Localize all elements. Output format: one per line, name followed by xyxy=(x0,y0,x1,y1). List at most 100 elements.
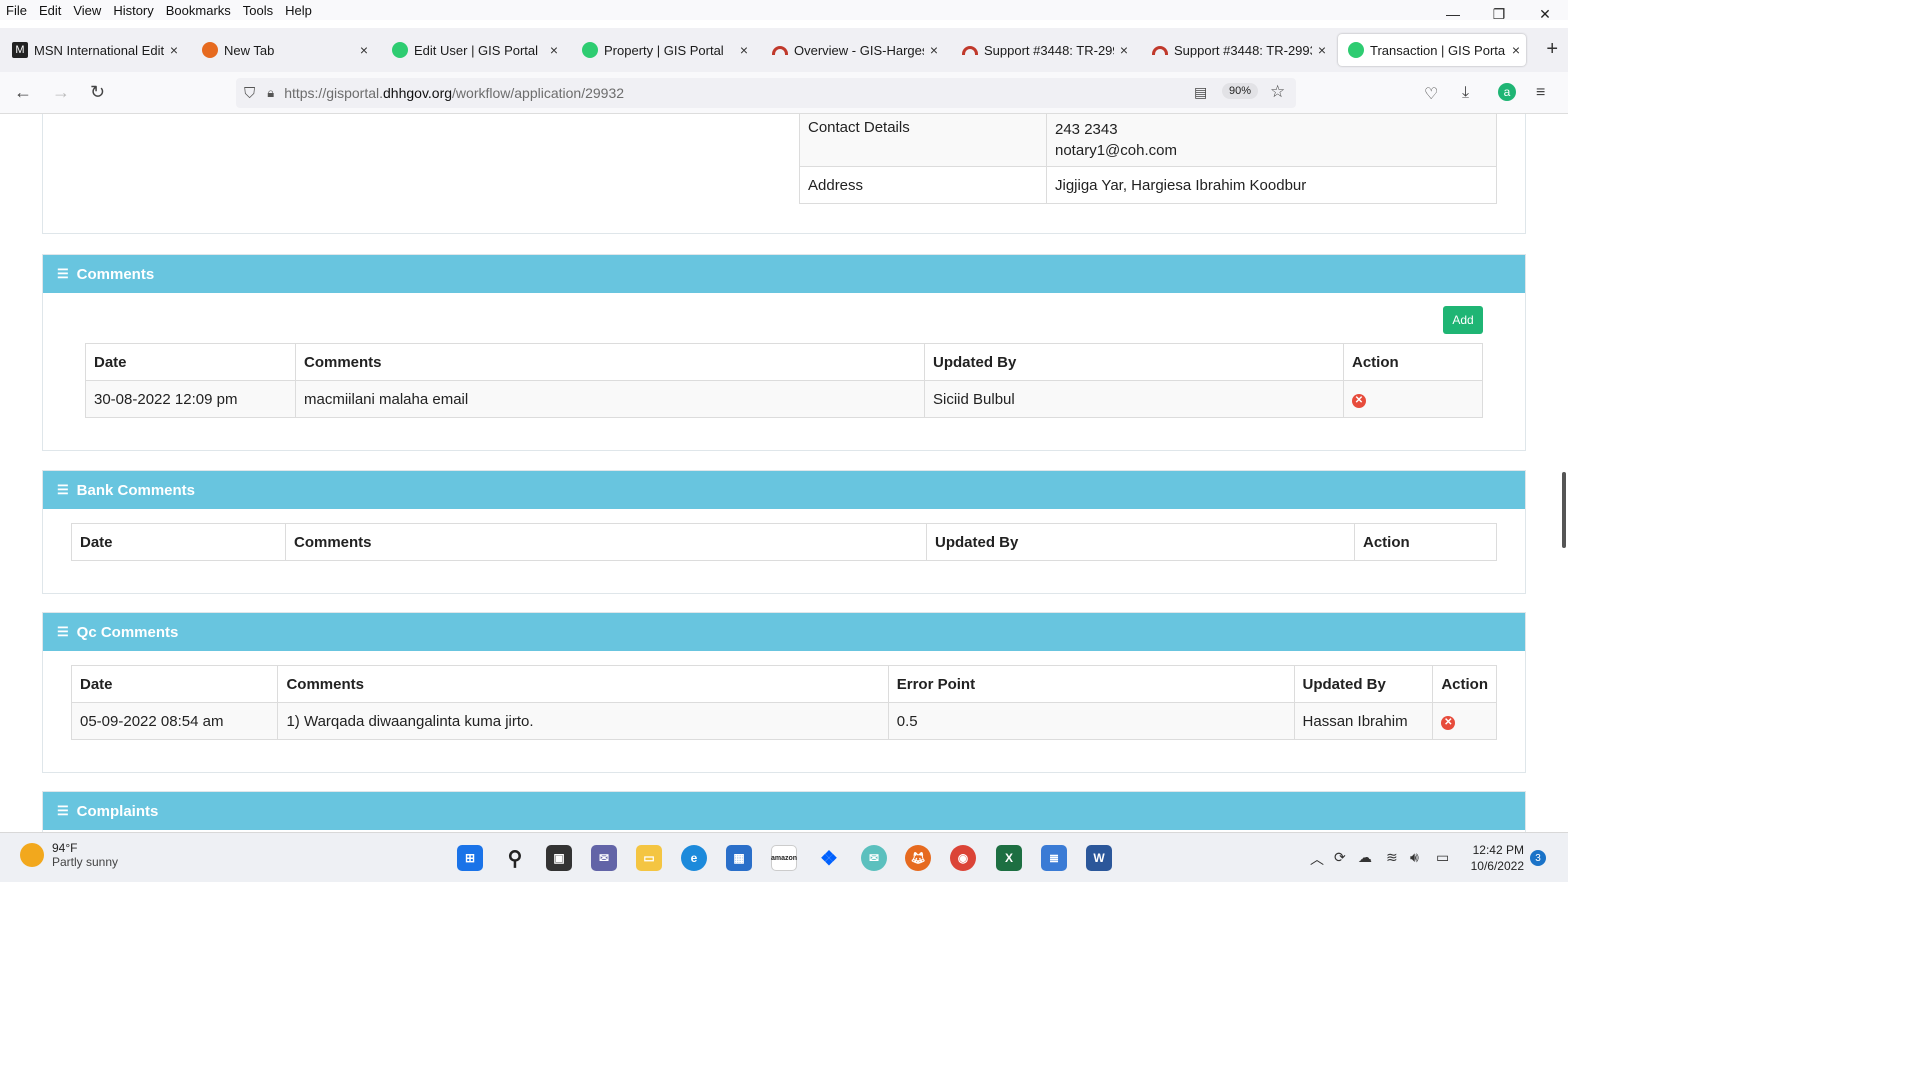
chevron-up-icon[interactable]: ︿ xyxy=(1310,849,1324,869)
address-value: Jigjiga Yar, Hargiesa Ibrahim Koodbur xyxy=(1046,166,1497,204)
bank-comments-header: ☰ Bank Comments xyxy=(43,471,1525,509)
tab-label: Support #3448: TR-2993 xyxy=(984,42,1114,58)
notepad-icon[interactable]: ≣ xyxy=(1041,845,1067,871)
mail-app-icon[interactable]: ✉ xyxy=(861,845,887,871)
applicant-panel: Contact Details 243 2343 notary1@coh.com… xyxy=(42,114,1526,234)
minimize-button[interactable]: — xyxy=(1430,0,1476,28)
firefox-icon xyxy=(202,42,218,58)
menu-history[interactable]: History xyxy=(107,3,159,18)
word-icon[interactable]: W xyxy=(1086,845,1112,871)
back-arrow-icon[interactable]: ← xyxy=(14,82,32,103)
tab-transaction[interactable]: Transaction | GIS Portal × xyxy=(1338,34,1526,66)
menu-bar: File Edit View History Bookmarks Tools H… xyxy=(0,0,1568,20)
chrome-icon[interactable]: ◉ xyxy=(950,845,976,871)
sync-icon[interactable]: ⟳ xyxy=(1334,849,1346,866)
tab-edit-user[interactable]: Edit User | GIS Portal × xyxy=(382,34,564,66)
reader-view-icon[interactable]: ▤ xyxy=(1194,84,1207,101)
forward-arrow-icon[interactable]: → xyxy=(52,82,70,103)
col-action: Action xyxy=(1343,343,1483,381)
battery-icon[interactable]: ▭ xyxy=(1436,849,1449,866)
edge-browser-icon[interactable]: e xyxy=(681,845,707,871)
close-tab-icon[interactable]: × xyxy=(1506,42,1526,58)
col-comments: Comments xyxy=(285,523,927,561)
comments-table: Date Comments Updated By Action 30-08-20… xyxy=(85,343,1483,418)
weather-widget[interactable]: 94°F Partly sunny xyxy=(20,841,118,869)
close-tab-icon[interactable]: × xyxy=(354,42,374,58)
menu-edit[interactable]: Edit xyxy=(33,3,67,18)
system-clock[interactable]: 12:42 PM 10/6/2022 xyxy=(1471,842,1524,874)
reload-icon[interactable]: ↻ xyxy=(90,82,105,103)
dropbox-icon[interactable]: ❖ xyxy=(816,845,842,871)
close-tab-icon[interactable]: × xyxy=(734,42,754,58)
tab-label: Edit User | GIS Portal xyxy=(414,42,539,58)
onedrive-cloud-icon[interactable]: ☁ xyxy=(1358,849,1372,866)
col-date: Date xyxy=(71,523,286,561)
amazon-icon[interactable]: amazon xyxy=(771,845,797,871)
close-window-button[interactable]: ✕ xyxy=(1522,0,1568,28)
close-tab-icon[interactable]: × xyxy=(1312,42,1332,58)
excel-icon[interactable]: X xyxy=(996,845,1022,871)
contact-email: notary1@coh.com xyxy=(1055,142,1177,159)
delete-icon[interactable]: ✕ xyxy=(1441,716,1456,730)
menu-help[interactable]: Help xyxy=(279,3,318,18)
tab-label: Property | GIS Portal xyxy=(604,42,724,58)
lock-icon[interactable]: 🔒︎ xyxy=(267,85,274,101)
redmine-icon xyxy=(962,45,978,55)
add-comment-button[interactable]: Add xyxy=(1443,306,1483,334)
tab-label: Support #3448: TR-2993 xyxy=(1174,42,1312,58)
notification-badge[interactable]: 3 xyxy=(1530,850,1546,866)
firefox-taskbar-icon[interactable]: 🦊︎ xyxy=(905,845,931,871)
microsoft-store-icon[interactable]: ▦ xyxy=(726,845,752,871)
tab-overview[interactable]: Overview - GIS-Hargesia × xyxy=(762,34,944,66)
restore-button[interactable]: ❐ xyxy=(1476,0,1522,28)
close-tab-icon[interactable]: × xyxy=(544,42,564,58)
pocket-icon[interactable]: ♡ xyxy=(1424,84,1438,104)
bookmark-star-icon[interactable]: ☆ xyxy=(1270,82,1285,102)
gis-portal-icon xyxy=(1348,42,1364,58)
comment-text: macmiilani malaha email xyxy=(295,380,925,418)
col-action: Action xyxy=(1432,665,1497,703)
url-text[interactable]: https://gisportal.dhhgov.org/workflow/ap… xyxy=(284,85,624,101)
weather-temp: 94°F xyxy=(52,841,78,855)
qc-comments-title: Qc Comments xyxy=(76,623,179,641)
windows-start-icon[interactable]: ⊞ xyxy=(457,845,483,871)
delete-icon[interactable]: ✕ xyxy=(1352,394,1366,408)
contact-details-value: 243 2343 notary1@coh.com xyxy=(1046,114,1497,167)
tab-support-2[interactable]: Support #3448: TR-2993 × xyxy=(1142,34,1332,66)
new-tab-button[interactable]: + xyxy=(1546,38,1558,61)
qc-action: ✕ xyxy=(1432,702,1497,740)
tab-support-1[interactable]: Support #3448: TR-2993 × xyxy=(952,34,1134,66)
qc-date: 05-09-2022 08:54 am xyxy=(70,702,279,740)
tab-label: New Tab xyxy=(224,42,275,58)
account-icon[interactable]: a xyxy=(1498,83,1516,101)
tab-new-tab[interactable]: New Tab × xyxy=(192,34,374,66)
teams-chat-icon[interactable]: ✉ xyxy=(591,845,617,871)
hamburger-menu-icon[interactable]: ≡ xyxy=(1536,84,1545,102)
volume-icon[interactable]: 🔊︎ xyxy=(1410,849,1419,866)
zoom-level[interactable]: 90% xyxy=(1222,83,1259,99)
close-tab-icon[interactable]: × xyxy=(164,42,184,58)
shield-icon[interactable]: ⛉ xyxy=(244,85,255,102)
close-tab-icon[interactable]: × xyxy=(1114,42,1134,58)
col-updated-by: Updated By xyxy=(924,343,1344,381)
menu-bookmarks[interactable]: Bookmarks xyxy=(160,3,237,18)
qc-updated-by: Hassan Ibrahim xyxy=(1293,702,1434,740)
menu-tools[interactable]: Tools xyxy=(237,3,279,18)
page-scrollbar[interactable] xyxy=(1562,472,1566,548)
task-view-icon[interactable]: ▣ xyxy=(546,845,572,871)
close-tab-icon[interactable]: × xyxy=(924,42,944,58)
col-error-point: Error Point xyxy=(887,665,1295,703)
download-icon[interactable]: ⤓ xyxy=(1462,84,1469,102)
menu-file[interactable]: File xyxy=(0,3,33,18)
menu-view[interactable]: View xyxy=(67,3,107,18)
tab-property[interactable]: Property | GIS Portal × xyxy=(572,34,754,66)
wifi-icon[interactable]: ≋ xyxy=(1386,849,1398,866)
redmine-icon xyxy=(1152,45,1168,55)
url-bar[interactable]: ⛉ 🔒︎ https://gisportal.dhhgov.org/workfl… xyxy=(236,78,1296,108)
search-icon[interactable]: ⚲ xyxy=(502,845,528,871)
tab-msn[interactable]: M MSN International Editio × xyxy=(2,34,184,66)
contact-phone: 243 2343 xyxy=(1055,121,1118,138)
contact-details-label: Contact Details xyxy=(799,114,1047,167)
file-explorer-icon[interactable]: ▭ xyxy=(636,845,662,871)
comments-header: ☰ Comments xyxy=(43,255,1525,293)
